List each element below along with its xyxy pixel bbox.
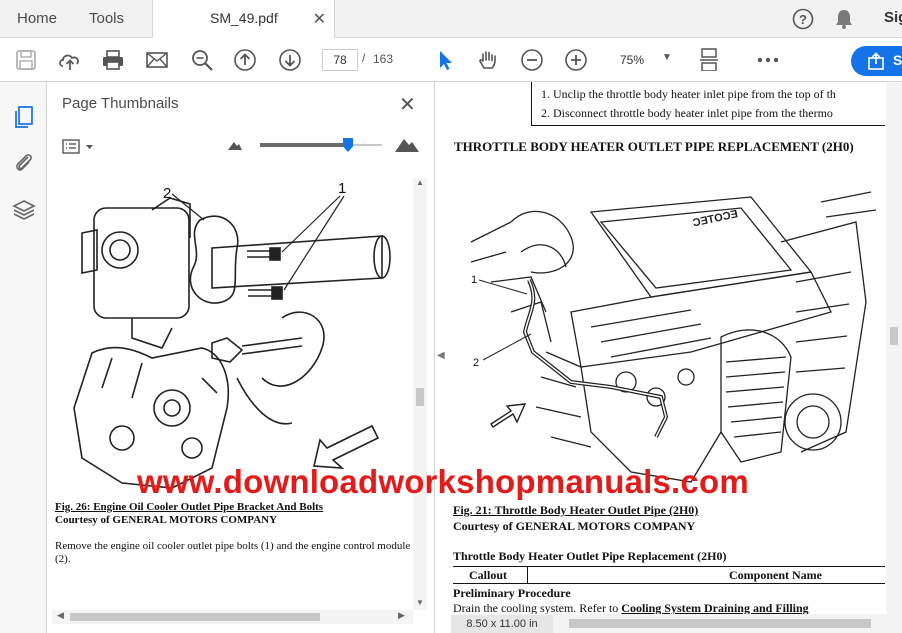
section-title: THROTTLE BODY HEATER OUTLET PIPE REPLACE… xyxy=(454,139,854,154)
page-thumbnail[interactable]: 2 1 Fig. 26: Engine Oil Cooler Outlet Pi… xyxy=(52,178,416,610)
select-cursor-icon[interactable] xyxy=(434,48,458,72)
engine-oil-cooler-illustration: 2 1 xyxy=(73,180,391,489)
share-icon xyxy=(868,52,884,70)
scroll-down-icon[interactable]: ▼ xyxy=(416,598,424,607)
figure-caption: Fig. 21: Throttle Body Heater Outlet Pip… xyxy=(453,503,699,517)
previous-page-icon[interactable] xyxy=(233,48,257,72)
scroll-right-icon[interactable]: ▶ xyxy=(398,610,405,621)
thumbnail-size-slider-fill xyxy=(260,143,348,147)
document-viewer[interactable]: 1. Unclip the throttle body heater inlet… xyxy=(451,82,902,633)
drain-text: Drain the cooling system. Refer to xyxy=(453,601,622,615)
total-pages: 163 xyxy=(373,52,394,66)
column-divider xyxy=(527,567,528,584)
save-icon[interactable] xyxy=(14,48,38,72)
zoom-level-select[interactable]: 75% ▼ xyxy=(598,49,678,71)
page-size-indicator: 8.50 x 11.00 in xyxy=(451,615,553,633)
thumbnails-vertical-scrollbar[interactable]: ▲ ▼ xyxy=(413,178,427,610)
tab-bar: Home Tools SM_49.pdf ✕ ? Sign In xyxy=(0,0,902,38)
table-title: Throttle Body Heater Outlet Pipe Replace… xyxy=(453,549,727,563)
help-icon[interactable]: ? xyxy=(791,8,815,30)
next-page-icon[interactable] xyxy=(278,48,302,72)
document-hscroll-thumb[interactable] xyxy=(569,619,871,628)
cooling-system-link[interactable]: Cooling System Draining and Filling xyxy=(621,601,808,615)
thumb-callout-2: 2 xyxy=(163,185,171,202)
column-header-component: Component Name xyxy=(729,568,822,582)
engine-cover-text: ECOTEC xyxy=(692,208,739,229)
thumbnail-options-icon[interactable] xyxy=(62,138,98,156)
print-icon[interactable] xyxy=(101,48,125,72)
document-vertical-scrollbar[interactable] xyxy=(886,82,902,633)
page-thumbnails-icon[interactable] xyxy=(12,104,36,128)
document-tab[interactable]: SM_49.pdf ✕ xyxy=(152,0,335,38)
scroll-up-icon[interactable]: ▲ xyxy=(416,178,424,187)
upload-cloud-icon[interactable] xyxy=(57,48,81,72)
figure-courtesy: Courtesy of GENERAL MOTORS COMPANY xyxy=(453,519,696,533)
hand-tool-icon[interactable] xyxy=(476,48,500,72)
thumb-callout-1: 1 xyxy=(338,180,346,197)
document-tab-title: SM_49.pdf xyxy=(210,10,278,26)
small-mountain-icon[interactable] xyxy=(227,139,243,151)
callout-table: Callout Component Name xyxy=(453,566,885,584)
tools-tab[interactable]: Tools xyxy=(89,10,124,27)
home-tab[interactable]: Home xyxy=(17,10,57,27)
thumbnails-horizontal-scrollbar[interactable]: ◀ ▶ xyxy=(52,610,413,624)
table-header-row: Callout Component Name xyxy=(453,567,885,584)
throttle-body-heater-illustration: ECOTEC 1 2 xyxy=(470,191,877,483)
procedure-step-2: 2. Disconnect throttle body heater inlet… xyxy=(541,106,833,120)
thumb-figure-courtesy: Courtesy of GENERAL MOTORS COMPANY xyxy=(55,514,278,526)
procedure-step-1: 1. Unclip the throttle body heater inlet… xyxy=(541,87,836,101)
page-number-input[interactable]: 78 xyxy=(322,49,358,71)
layers-icon[interactable] xyxy=(12,198,36,222)
close-panel-icon[interactable]: ✕ xyxy=(399,92,416,117)
page-fit-icon[interactable] xyxy=(699,47,723,71)
close-tab-icon[interactable]: ✕ xyxy=(313,9,326,29)
zoom-in-icon[interactable] xyxy=(564,48,588,72)
large-mountain-icon[interactable] xyxy=(394,135,420,153)
watermark-text: www.downloadworkshopmanuals.com xyxy=(137,463,749,500)
sign-in-link[interactable]: Sign In xyxy=(884,9,902,26)
thumbnails-hscroll-thumb[interactable] xyxy=(70,613,320,621)
preliminary-procedure-heading: Preliminary Procedure xyxy=(453,586,571,600)
thumbnail-size-slider-handle[interactable] xyxy=(343,138,353,152)
document-scroll-thumb[interactable] xyxy=(890,327,898,345)
notifications-bell-icon[interactable] xyxy=(833,8,855,30)
page-thumbnails-panel: Page Thumbnails ✕ 2 1 Fig. 26: Engine Oi… xyxy=(47,82,435,633)
panel-title: Page Thumbnails xyxy=(62,95,179,112)
more-options-icon[interactable] xyxy=(756,48,780,72)
thumbnails-scroll-thumb[interactable] xyxy=(416,388,424,406)
doc-callout-1: 1 xyxy=(471,274,477,286)
left-tool-rail xyxy=(0,82,47,633)
share-label: Share xyxy=(893,52,902,68)
collapse-panel-icon[interactable]: ◀ xyxy=(437,350,445,361)
thumb-figure-caption: Fig. 26: Engine Oil Cooler Outlet Pipe B… xyxy=(55,501,324,513)
doc-callout-2: 2 xyxy=(473,357,479,369)
column-header-callout: Callout xyxy=(469,568,508,582)
svg-text:?: ? xyxy=(799,12,807,27)
attachments-paperclip-icon[interactable] xyxy=(12,150,36,174)
page-separator: / xyxy=(362,51,366,65)
zoom-out-icon[interactable] xyxy=(520,48,544,72)
thumb-body-text: Remove the engine oil cooler outlet pipe… xyxy=(55,540,411,565)
zoom-search-icon[interactable] xyxy=(190,48,214,72)
share-button[interactable]: Share xyxy=(851,46,902,76)
scroll-left-icon[interactable]: ◀ xyxy=(57,610,64,621)
email-icon[interactable] xyxy=(145,48,169,72)
chevron-down-icon: ▼ xyxy=(662,52,672,63)
document-page: 1. Unclip the throttle body heater inlet… xyxy=(451,82,885,622)
zoom-level-value: 75% xyxy=(620,53,645,67)
